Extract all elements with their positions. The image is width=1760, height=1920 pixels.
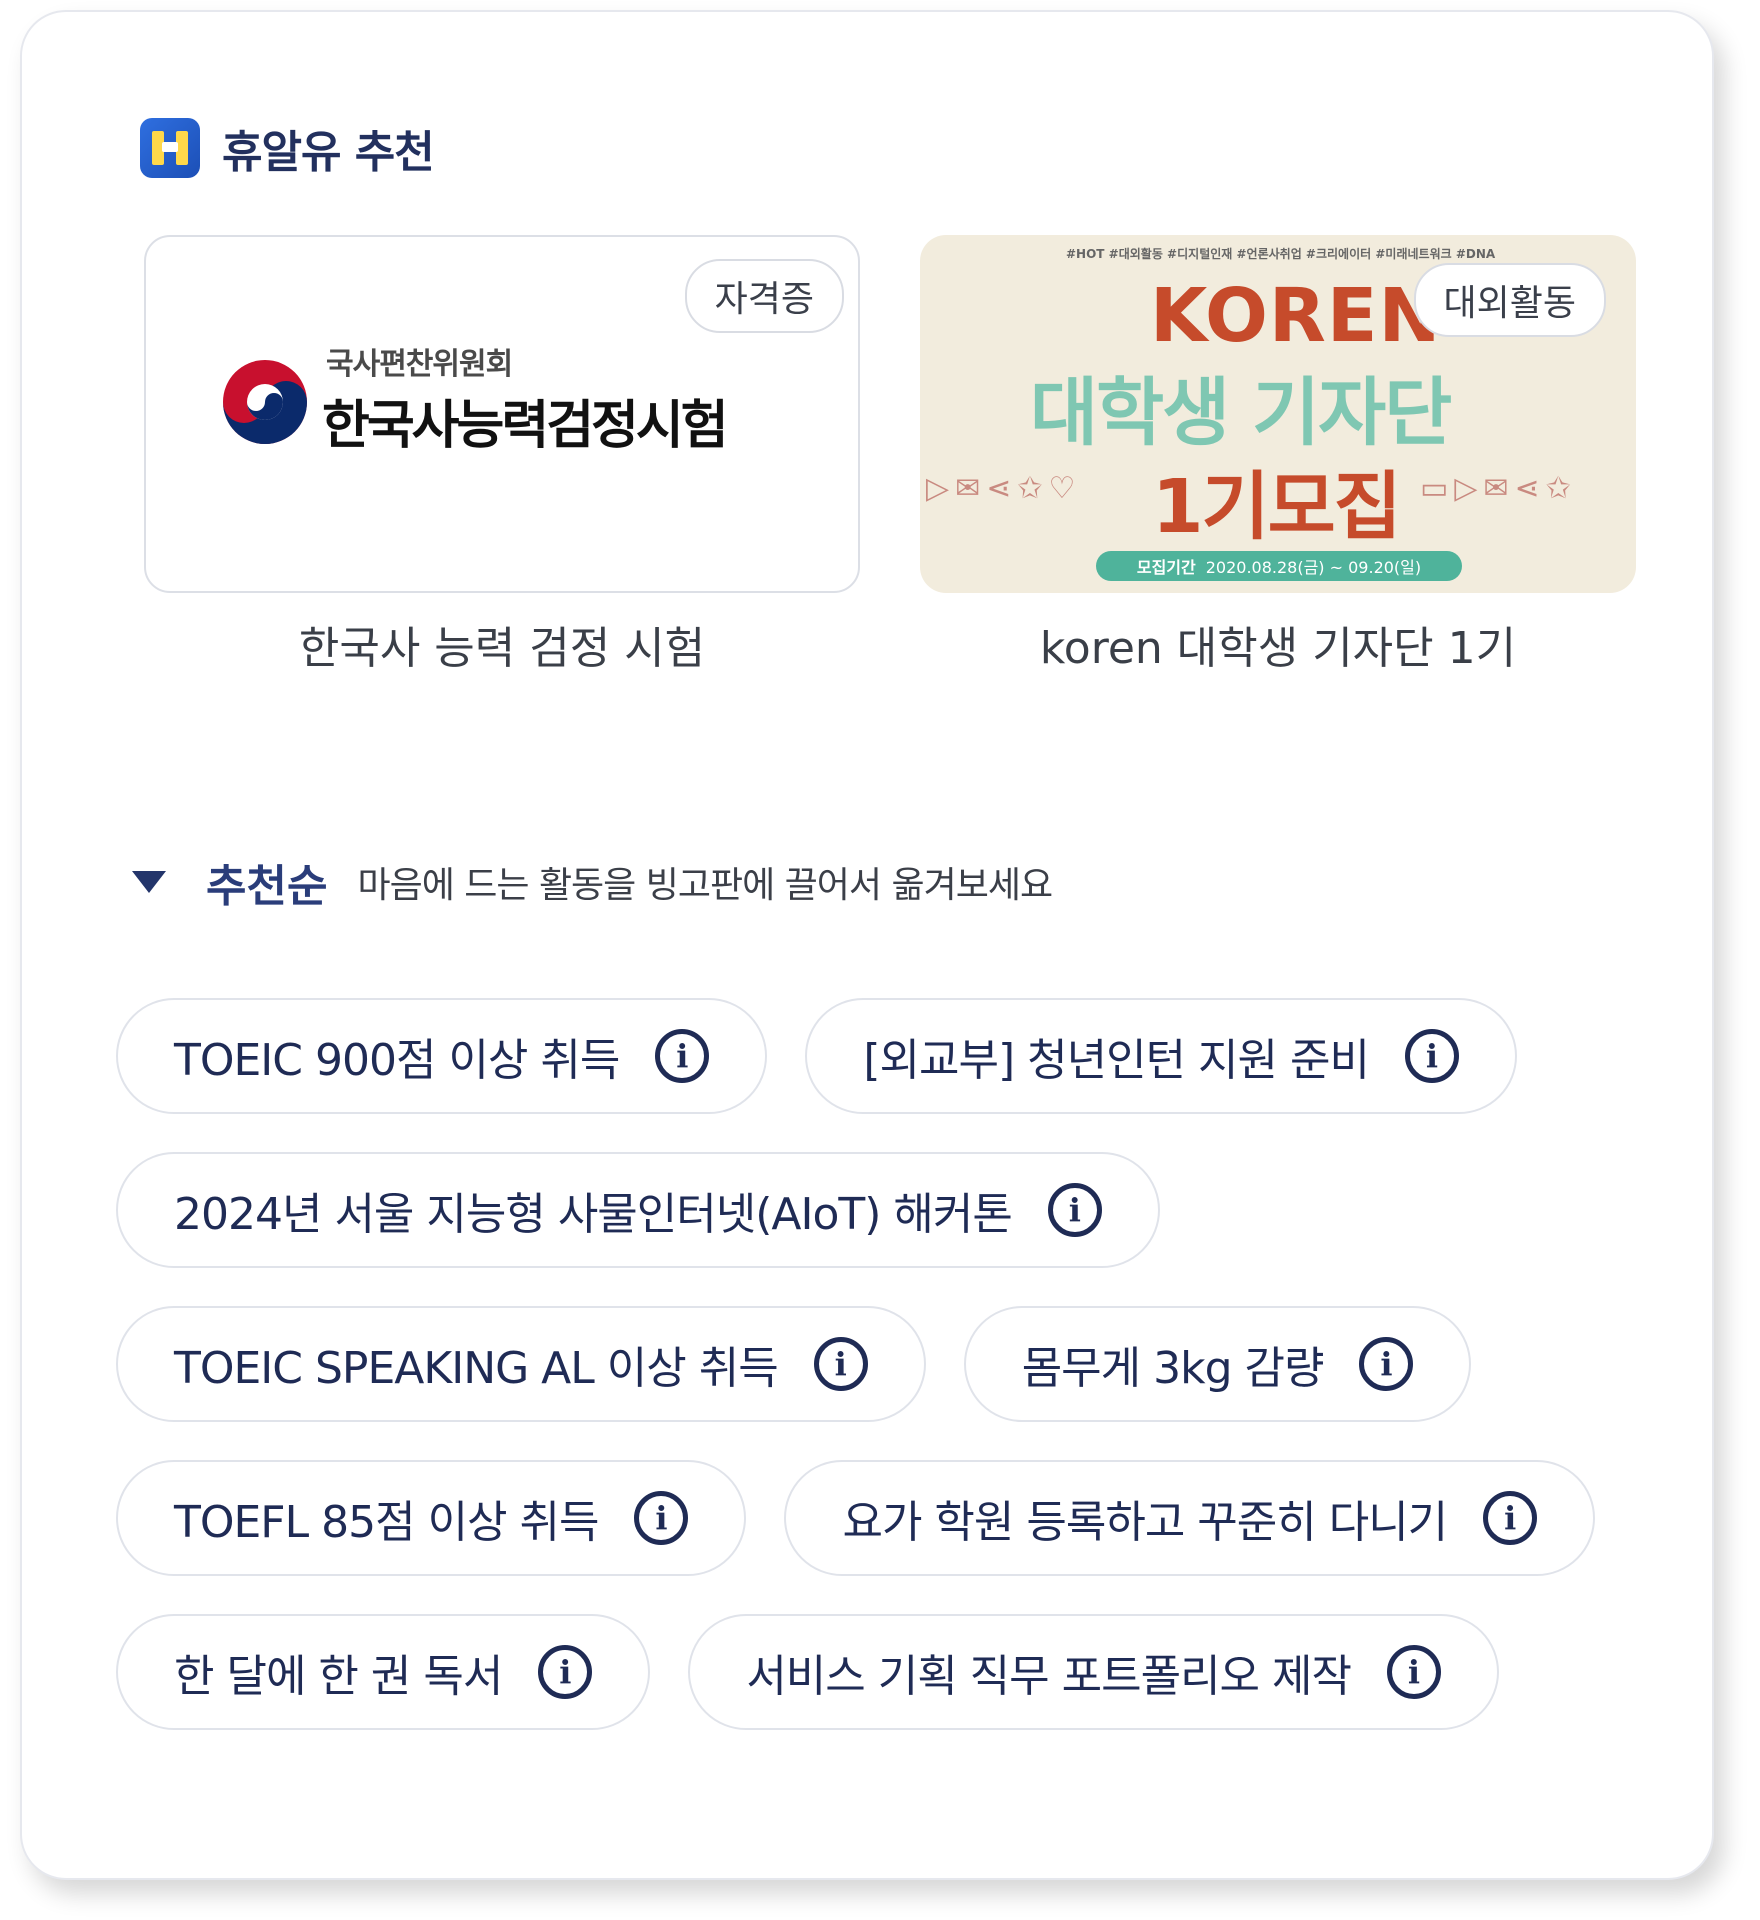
info-icon[interactable]: i xyxy=(538,1645,593,1699)
card-caption[interactable]: 한국사 능력 검정 시험 xyxy=(144,612,860,676)
period-value: 2020.08.28(금) ~ 09.20(일) xyxy=(1205,558,1422,577)
activity-chip[interactable]: 서비스 기획 직무 포트폴리오 제작 i xyxy=(688,1614,1499,1730)
card-image-org: 국사편찬위원회 xyxy=(326,347,513,382)
chip-label: TOEIC SPEAKING AL 이상 취득 xyxy=(174,1343,779,1394)
drag-hint: 마음에 드는 활동을 빙고판에 끌어서 옮겨보세요 xyxy=(357,865,1053,906)
activity-chip[interactable]: TOEIC 900점 이상 취득 i xyxy=(116,998,768,1114)
card-image-line2: 대학생 기자단 xyxy=(1030,370,1452,456)
chip-label: 서비스 기획 직무 포트폴리오 제작 xyxy=(746,1651,1352,1702)
activity-chip[interactable]: 몸무게 3kg 감량 i xyxy=(963,1306,1472,1422)
info-icon[interactable]: i xyxy=(1483,1491,1538,1545)
card-image-line1: KOREN xyxy=(1150,273,1442,359)
info-icon[interactable]: i xyxy=(1386,1645,1441,1699)
sort-control[interactable]: 추천순 마음에 드는 활동을 빙고판에 끌어서 옮겨보세요 xyxy=(132,850,1053,914)
card-caption[interactable]: koren 대학생 기자단 1기 xyxy=(920,612,1636,676)
chip-label: 한 달에 한 권 독서 xyxy=(174,1651,503,1702)
card-image-line3: 1기모집 xyxy=(1152,464,1402,550)
activity-chip[interactable]: TOEFL 85점 이상 취득 i xyxy=(116,1460,747,1576)
info-icon[interactable]: i xyxy=(655,1029,710,1083)
social-icons-decoration: ▭▷✉⋖✩ xyxy=(1420,471,1577,506)
sort-label[interactable]: 추천순 xyxy=(206,850,327,914)
info-icon[interactable]: i xyxy=(1404,1029,1459,1083)
period-label: 모집기간 xyxy=(1136,558,1196,577)
info-icon[interactable]: i xyxy=(634,1491,689,1545)
government-emblem-icon xyxy=(223,360,307,444)
chip-row: 한 달에 한 권 독서 i 서비스 기획 직무 포트폴리오 제작 i xyxy=(116,1614,1676,1730)
chip-row: TOEIC 900점 이상 취득 i [외교부] 청년인턴 지원 준비 i xyxy=(116,998,1676,1114)
activity-chip[interactable]: TOEIC SPEAKING AL 이상 취득 i xyxy=(116,1306,926,1422)
info-icon[interactable]: i xyxy=(1047,1183,1102,1237)
recommendation-card-korean-history[interactable]: 국사편찬위원회 한국사능력검정시험 자격증 xyxy=(144,235,860,593)
activity-chip-list: TOEIC 900점 이상 취득 i [외교부] 청년인턴 지원 준비 i 2024… xyxy=(116,998,1676,1768)
recommendation-card-koren[interactable]: #HOT #대외활동 #디지털인재 #언론사취업 #크리에이터 #미래네트워크 … xyxy=(920,235,1636,593)
info-icon[interactable]: i xyxy=(813,1337,868,1391)
card-image-name: 한국사능력검정시험 xyxy=(322,396,729,456)
card-image-period: 모집기간 2020.08.28(금) ~ 09.20(일) xyxy=(1096,551,1462,581)
chip-row: 2024년 서울 지능형 사물인터넷(AIoT) 해커톤 i xyxy=(116,1152,1676,1268)
chip-label: 몸무게 3kg 감량 xyxy=(1021,1343,1325,1394)
card-image-tags: #HOT #대외활동 #디지털인재 #언론사취업 #크리에이터 #미래네트워크 … xyxy=(1066,247,1496,261)
chip-label: 2024년 서울 지능형 사물인터넷(AIoT) 해커톤 xyxy=(174,1189,1013,1240)
chip-row: TOEIC SPEAKING AL 이상 취득 i 몸무게 3kg 감량 i xyxy=(116,1306,1676,1422)
activity-chip[interactable]: 요가 학원 등록하고 꾸준히 다니기 i xyxy=(784,1460,1596,1576)
section-title: 휴알유 추천 xyxy=(222,127,435,178)
activity-chip[interactable]: 한 달에 한 권 독서 i xyxy=(116,1614,651,1730)
chip-label: TOEIC 900점 이상 취득 xyxy=(174,1035,620,1086)
category-badge: 자격증 xyxy=(684,259,844,333)
recommendation-panel: 휴알유 추천 국사편찬위원회 한국사능력검정시험 자격증 한국사 능력 검정 시… xyxy=(20,10,1714,1880)
caret-down-icon[interactable] xyxy=(132,871,166,893)
chip-label: [외교부] 청년인턴 지원 준비 xyxy=(863,1035,1370,1086)
chip-label: TOEFL 85점 이상 취득 xyxy=(174,1497,599,1548)
social-icons-decoration: ▷✉⋖✩♡ xyxy=(926,471,1082,506)
chip-row: TOEFL 85점 이상 취득 i 요가 학원 등록하고 꾸준히 다니기 i xyxy=(116,1460,1676,1576)
category-badge: 대외활동 xyxy=(1413,263,1606,337)
info-icon[interactable]: i xyxy=(1359,1337,1414,1391)
activity-chip[interactable]: [외교부] 청년인턴 지원 준비 i xyxy=(805,998,1517,1114)
section-header: 휴알유 추천 xyxy=(140,116,435,180)
huryou-logo-icon xyxy=(140,118,200,178)
chip-label: 요가 학원 등록하고 꾸준히 다니기 xyxy=(842,1497,1448,1548)
activity-chip[interactable]: 2024년 서울 지능형 사물인터넷(AIoT) 해커톤 i xyxy=(116,1152,1160,1268)
